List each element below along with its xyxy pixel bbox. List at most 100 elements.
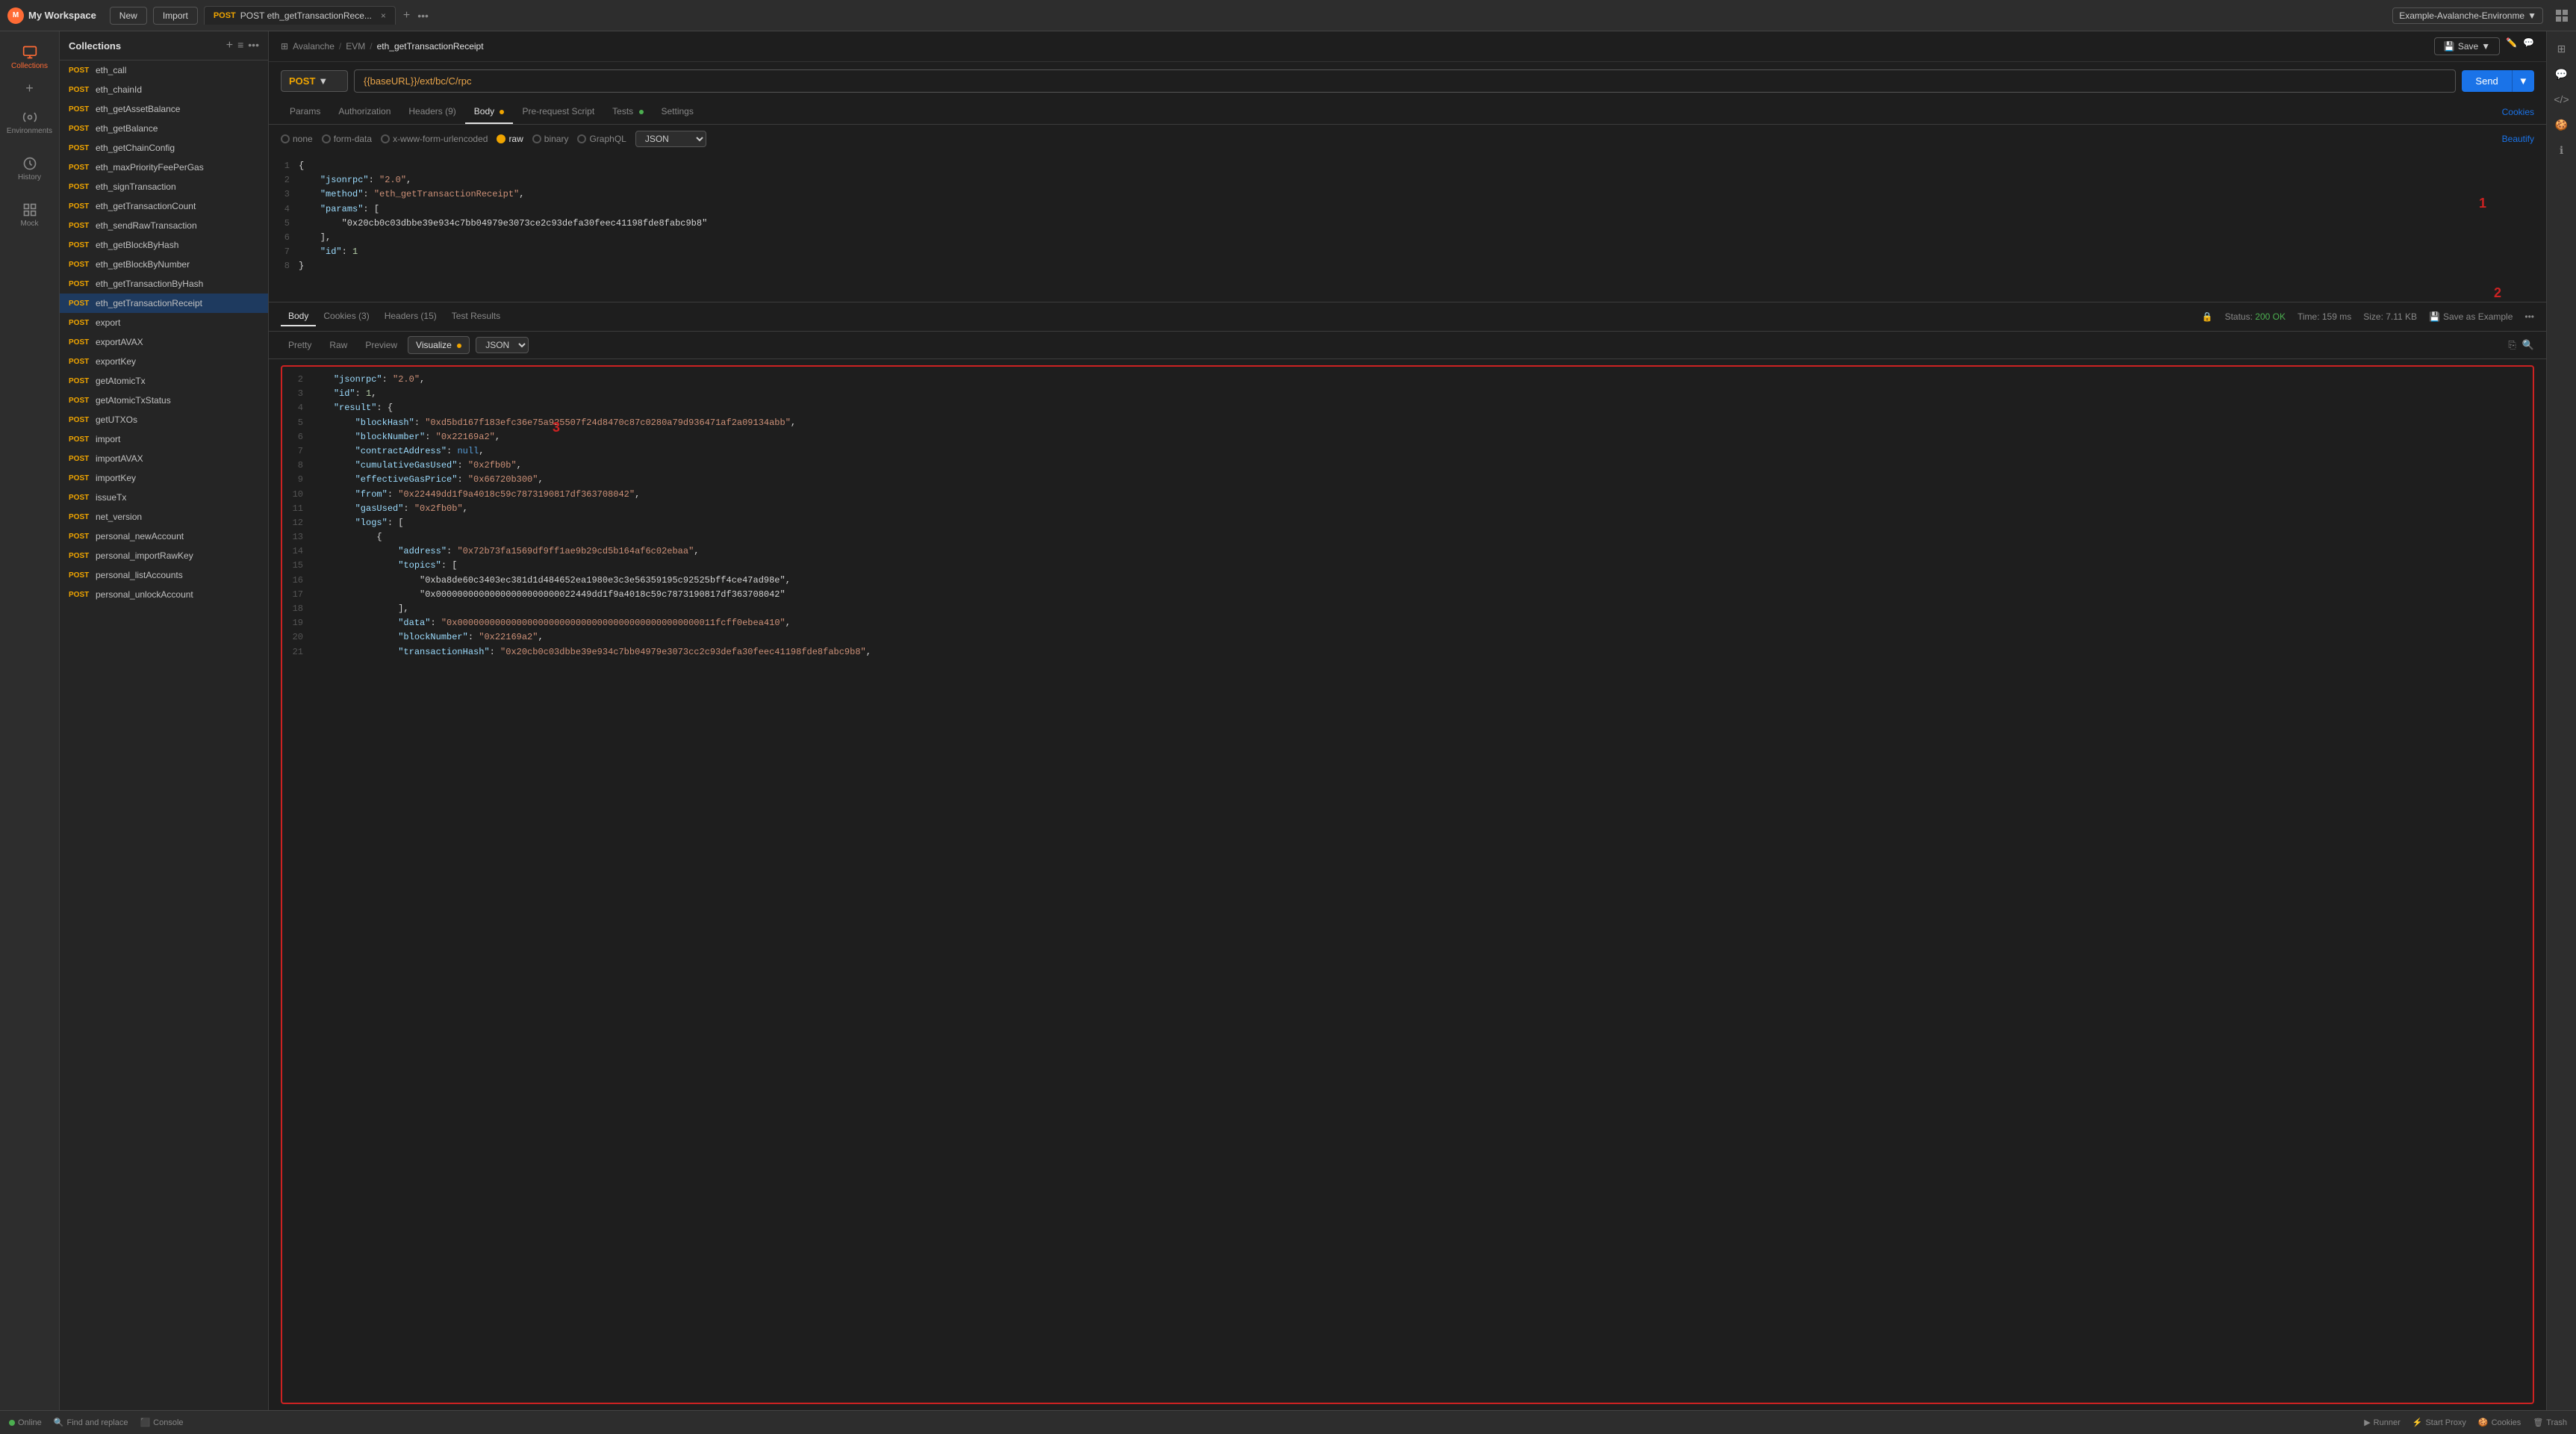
body-opt-graphql[interactable]: GraphQL bbox=[577, 134, 626, 144]
list-item[interactable]: POSTeth_chainId bbox=[60, 80, 268, 99]
tab-tests[interactable]: Tests bbox=[603, 100, 652, 124]
active-request-tab[interactable]: POST POST eth_getTransactionRece... × bbox=[204, 6, 396, 25]
tab-close-icon[interactable]: × bbox=[381, 10, 386, 21]
list-item[interactable]: POSTeth_getTransactionCount bbox=[60, 196, 268, 216]
resp-tab-cookies[interactable]: Cookies (3) bbox=[316, 307, 376, 326]
right-icon-code[interactable]: </> bbox=[2551, 88, 2573, 111]
list-item[interactable]: POSTnet_version bbox=[60, 507, 268, 527]
body-opt-urlencoded[interactable]: x-www-form-urlencoded bbox=[381, 134, 488, 144]
list-item[interactable]: POSTpersonal_unlockAccount bbox=[60, 585, 268, 604]
line-number: 3 bbox=[282, 387, 312, 401]
right-icon-info[interactable]: ℹ bbox=[2551, 139, 2573, 161]
list-item[interactable]: POSTeth_signTransaction bbox=[60, 177, 268, 196]
list-item[interactable]: POSTissueTx bbox=[60, 488, 268, 507]
response-more-button[interactable]: ••• bbox=[2524, 311, 2534, 322]
list-item[interactable]: POSTpersonal_importRawKey bbox=[60, 546, 268, 565]
list-item[interactable]: POSTeth_getAssetBalance bbox=[60, 99, 268, 119]
list-item[interactable]: POSTeth_maxPriorityFeePerGas bbox=[60, 158, 268, 177]
list-item[interactable]: POSTgetAtomicTx bbox=[60, 371, 268, 391]
response-body[interactable]: 2 "jsonrpc": "2.0",3 "id": 1,4 "result":… bbox=[281, 365, 2534, 1404]
environment-selector[interactable]: Example-Avalanche-Environme ▼ bbox=[2392, 7, 2543, 24]
right-icon-cookie[interactable]: 🍪 bbox=[2551, 114, 2573, 136]
code-line: 1{ bbox=[269, 159, 2546, 173]
body-format-select[interactable]: JSON Text JavaScript HTML XML bbox=[635, 131, 706, 147]
tab-headers[interactable]: Headers (9) bbox=[399, 100, 464, 124]
trash-button[interactable]: 🗑 Trash bbox=[2533, 1418, 2567, 1427]
cookies-button[interactable]: 🍪 Cookies bbox=[2478, 1418, 2521, 1427]
layout-icon[interactable] bbox=[2555, 9, 2569, 22]
list-item[interactable]: POSTeth_getTransactionByHash bbox=[60, 274, 268, 294]
tab-body[interactable]: Body bbox=[465, 100, 514, 124]
list-item[interactable]: POSTpersonal_newAccount bbox=[60, 527, 268, 546]
sidebar-item-mock[interactable]: Mock bbox=[0, 195, 59, 235]
import-button[interactable]: Import bbox=[153, 7, 198, 25]
request-body-editor[interactable]: 1{2 "jsonrpc": "2.0",3 "method": "eth_ge… bbox=[269, 153, 2546, 302]
save-example-button[interactable]: 💾 Save as Example bbox=[2429, 311, 2513, 322]
list-item[interactable]: POSTexportAVAX bbox=[60, 332, 268, 352]
tab-settings[interactable]: Settings bbox=[653, 100, 703, 124]
list-item[interactable]: POSTeth_getBlockByHash bbox=[60, 235, 268, 255]
resp-tab-headers[interactable]: Headers (15) bbox=[377, 307, 444, 326]
more-options-icon[interactable]: ••• bbox=[248, 39, 259, 52]
url-input[interactable] bbox=[354, 69, 2456, 93]
edit-icon[interactable]: ✏️ bbox=[2506, 37, 2517, 55]
list-item[interactable]: POSTgetUTXOs bbox=[60, 410, 268, 429]
beautify-button[interactable]: Beautify bbox=[2502, 134, 2534, 144]
tab-prerequest[interactable]: Pre-request Script bbox=[513, 100, 603, 124]
resp-body-pretty[interactable]: Pretty bbox=[281, 337, 319, 353]
add-tab-button[interactable]: + bbox=[399, 9, 414, 22]
resp-tab-test-results[interactable]: Test Results bbox=[444, 307, 508, 326]
list-item[interactable]: POSTeth_getBlockByNumber bbox=[60, 255, 268, 274]
list-item[interactable]: POSTimportAVAX bbox=[60, 449, 268, 468]
new-button[interactable]: New bbox=[110, 7, 147, 25]
list-item[interactable]: POSTeth_getTransactionReceipt bbox=[60, 294, 268, 313]
find-replace-button[interactable]: 🔍 Find and replace bbox=[54, 1418, 128, 1427]
add-collection-icon[interactable]: + bbox=[226, 39, 233, 52]
tab-authorization[interactable]: Authorization bbox=[329, 100, 399, 124]
body-opt-none[interactable]: none bbox=[281, 134, 313, 144]
list-item[interactable]: POSTexport bbox=[60, 313, 268, 332]
save-button[interactable]: 💾 Save ▼ bbox=[2434, 37, 2500, 55]
list-item[interactable]: POSTeth_sendRawTransaction bbox=[60, 216, 268, 235]
sidebar-item-environments[interactable]: Environments bbox=[0, 102, 59, 143]
sidebar-item-history[interactable]: History bbox=[0, 149, 59, 189]
search-response-icon[interactable]: 🔍 bbox=[2522, 339, 2534, 351]
resp-body-raw[interactable]: Raw bbox=[322, 337, 355, 353]
runner-label: Runner bbox=[2374, 1418, 2401, 1427]
more-tabs-button[interactable]: ••• bbox=[417, 10, 429, 22]
list-item[interactable]: POSTgetAtomicTxStatus bbox=[60, 391, 268, 410]
collections-panel: Collections + ≡ ••• POSTeth_callPOSTeth_… bbox=[60, 31, 269, 1410]
breadcrumb-part2[interactable]: EVM bbox=[346, 41, 365, 52]
resp-tab-body[interactable]: Body bbox=[281, 307, 316, 326]
runner-button[interactable]: ▶ Runner bbox=[2364, 1418, 2401, 1427]
sidebar-item-collections[interactable]: Collections bbox=[0, 37, 59, 78]
copy-response-icon[interactable]: ⎘ bbox=[2508, 339, 2516, 351]
resp-body-preview[interactable]: Preview bbox=[358, 337, 405, 353]
method-select[interactable]: POST ▼ bbox=[281, 70, 348, 92]
body-opt-raw[interactable]: raw bbox=[497, 134, 523, 144]
list-item[interactable]: POSTeth_call bbox=[60, 60, 268, 80]
list-item[interactable]: POSTeth_getBalance bbox=[60, 119, 268, 138]
breadcrumb-part1[interactable]: Avalanche bbox=[293, 41, 335, 52]
tab-params[interactable]: Params bbox=[281, 100, 329, 124]
list-item[interactable]: POSTimportKey bbox=[60, 468, 268, 488]
console-button[interactable]: ⬛ Console bbox=[140, 1418, 183, 1427]
body-opt-binary[interactable]: binary bbox=[532, 134, 569, 144]
add-collection-button[interactable]: + bbox=[25, 81, 34, 96]
save-dropdown-icon[interactable]: ▼ bbox=[2481, 41, 2490, 52]
start-proxy-button[interactable]: ⚡ Start Proxy bbox=[2412, 1418, 2466, 1427]
comment-icon[interactable]: 💬 bbox=[2523, 37, 2534, 55]
send-button[interactable]: Send bbox=[2462, 70, 2511, 92]
list-item[interactable]: POSTexportKey bbox=[60, 352, 268, 371]
resp-body-visualize[interactable]: Visualize bbox=[408, 336, 470, 354]
response-format-select[interactable]: JSON XML HTML bbox=[476, 337, 529, 353]
filter-icon[interactable]: ≡ bbox=[237, 39, 243, 52]
right-icon-layout[interactable]: ⊞ bbox=[2551, 37, 2573, 60]
list-item[interactable]: POSTimport bbox=[60, 429, 268, 449]
list-item[interactable]: POSTeth_getChainConfig bbox=[60, 138, 268, 158]
right-icon-comment[interactable]: 💬 bbox=[2551, 63, 2573, 85]
list-item[interactable]: POSTpersonal_listAccounts bbox=[60, 565, 268, 585]
send-dropdown-button[interactable]: ▼ bbox=[2512, 70, 2534, 92]
body-opt-formdata[interactable]: form-data bbox=[322, 134, 372, 144]
cookies-link[interactable]: Cookies bbox=[2502, 107, 2534, 117]
